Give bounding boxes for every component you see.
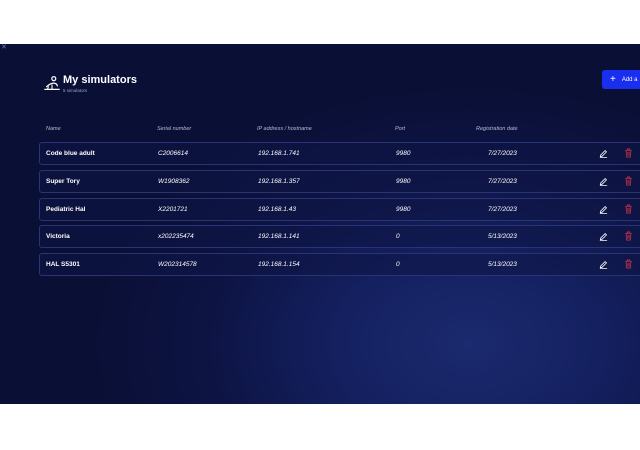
add-button-label: Add a	[621, 76, 638, 83]
cell-port: 9980	[396, 150, 411, 157]
table-row[interactable]: Super Tory W1908362 192.168.1.357 9980 7…	[39, 170, 640, 193]
trash-icon[interactable]	[624, 148, 633, 158]
trash-icon[interactable]	[624, 204, 633, 214]
cell-serial: W202314578	[158, 261, 197, 268]
pencil-icon[interactable]	[599, 177, 608, 186]
cell-port: 9980	[396, 206, 411, 213]
table-row[interactable]: HAL S5301 W202314578 192.168.1.154 0 5/1…	[39, 253, 640, 276]
cell-ip: 192.168.1.141	[258, 233, 300, 240]
cell-date: 5/13/2023	[488, 233, 517, 240]
cell-date: 5/13/2023	[488, 261, 517, 268]
column-header-date: Registration date	[476, 126, 518, 132]
cell-ip: 192.168.1.43	[258, 206, 296, 213]
page-title: My simulators	[63, 74, 137, 86]
column-header-port: Port	[395, 126, 406, 132]
cell-serial: C2006614	[158, 150, 188, 157]
table-row[interactable]: Pediatric Hal X2201721 192.168.1.43 9980…	[39, 198, 640, 221]
cell-ip: 192.168.1.357	[258, 178, 300, 185]
cell-ip: 192.168.1.741	[258, 150, 300, 157]
column-header-ip: IP address / hostname	[257, 126, 312, 132]
trash-icon[interactable]	[624, 231, 633, 241]
cell-serial: x202235474	[158, 233, 194, 240]
window-corner-icon: ✕	[1, 44, 7, 51]
cell-date: 7/27/2023	[488, 178, 517, 185]
cell-port: 0	[396, 261, 400, 268]
cell-port: 0	[396, 233, 400, 240]
cell-serial: X2201721	[158, 206, 188, 213]
pencil-icon[interactable]	[599, 149, 608, 158]
cell-name: HAL S5301	[46, 261, 80, 268]
cell-port: 9980	[396, 178, 411, 185]
simulators-page: ✕ My simulators 5 simulators + Add a Nam…	[0, 44, 640, 404]
plus-icon: +	[610, 73, 616, 85]
table-row[interactable]: Code blue adult C2006614 192.168.1.741 9…	[39, 142, 640, 165]
column-header-name: Name	[46, 126, 61, 132]
cell-name: Victoria	[46, 233, 70, 240]
trash-icon[interactable]	[624, 259, 633, 269]
column-header-serial: Serial number	[157, 126, 192, 132]
simulator-count: 5 simulators	[63, 88, 88, 93]
cell-name: Super Tory	[46, 178, 80, 185]
table-row[interactable]: Victoria x202235474 192.168.1.141 0 5/13…	[39, 225, 640, 248]
cell-ip: 192.168.1.154	[258, 261, 300, 268]
cell-date: 7/27/2023	[488, 206, 517, 213]
cell-name: Code blue adult	[46, 150, 95, 157]
pencil-icon[interactable]	[599, 205, 608, 214]
trash-icon[interactable]	[624, 176, 633, 186]
pencil-icon[interactable]	[599, 232, 608, 241]
cell-name: Pediatric Hal	[46, 206, 86, 213]
simulator-icon	[44, 75, 60, 91]
cell-date: 7/27/2023	[488, 150, 517, 157]
pencil-icon[interactable]	[599, 260, 608, 269]
cell-serial: W1908362	[158, 178, 190, 185]
add-simulator-button[interactable]: + Add a	[602, 70, 640, 89]
